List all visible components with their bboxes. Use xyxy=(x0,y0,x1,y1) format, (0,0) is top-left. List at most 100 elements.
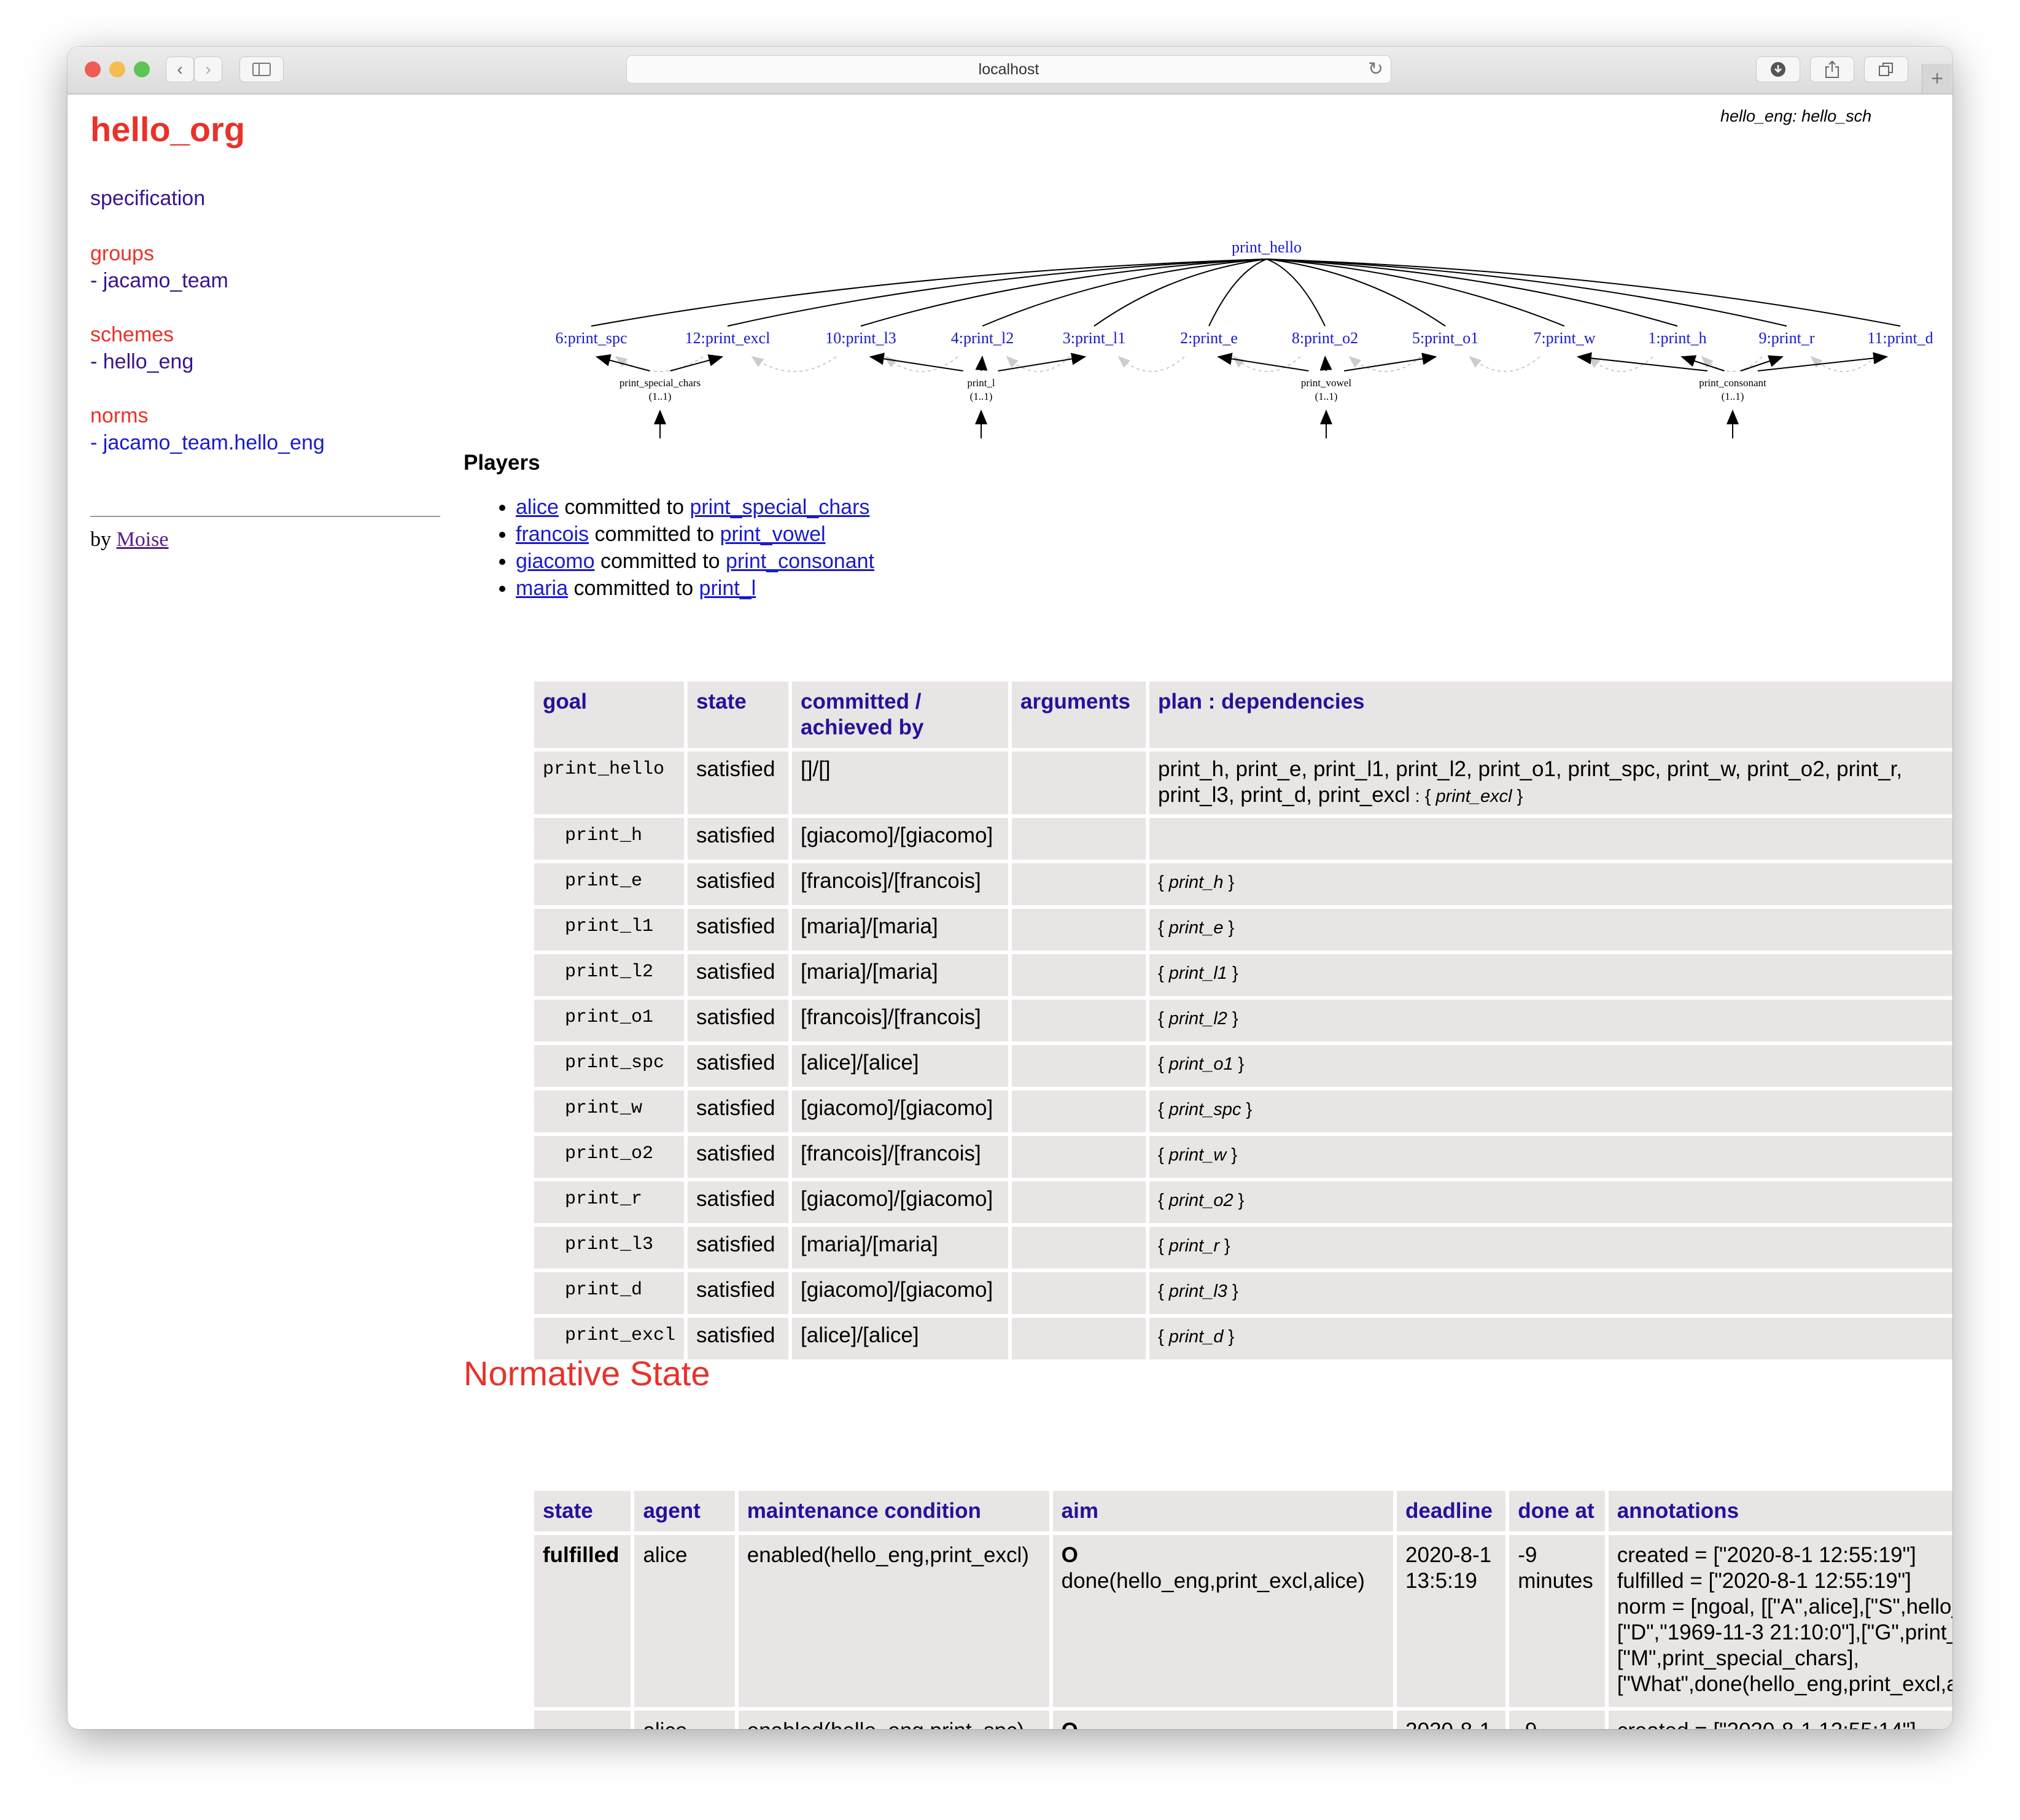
norm-agent: alice xyxy=(634,1535,735,1707)
sidebar-icon xyxy=(252,63,271,76)
diagram-goal[interactable]: 12:print_excl xyxy=(685,329,771,347)
diagram-mission-card: (1..1) xyxy=(1722,391,1744,402)
scheme-label: hello_eng: hello_sch xyxy=(1720,107,1872,125)
norms-table: state agent maintenance condition aim de… xyxy=(530,1487,1952,1729)
player-item: maria committed to print_l xyxy=(516,575,874,602)
moise-link[interactable]: Moise xyxy=(117,528,169,551)
zoom-window-button[interactable] xyxy=(134,61,150,77)
diagram-goal[interactable]: 8:print_o2 xyxy=(1292,329,1358,347)
goal-state: satisfied xyxy=(688,863,789,905)
org-title: hello_org xyxy=(90,110,246,149)
norm-link-jacamo-team-hello-eng[interactable]: - jacamo_team.hello_eng xyxy=(90,431,325,455)
goal-name: print_e xyxy=(534,863,685,905)
norms-heading: norms xyxy=(90,404,149,427)
annotation-line: created = ["2020-8-1 12:55:14"] xyxy=(1617,1718,1952,1729)
dependency-goal: print_l1 xyxy=(1168,963,1227,983)
dependency: { print_l3 } xyxy=(1158,1281,1238,1301)
goal-row: print_excl satisfied [alice]/[alice]{ prin… xyxy=(534,1318,1952,1359)
goals-table: goal state committed / achieved by argum… xyxy=(530,678,1952,1363)
goal-plan: print_h, print_e, print_l1, print_l2, pr… xyxy=(1149,752,1952,814)
diagram-mission: print_consonant xyxy=(1699,377,1766,389)
dependency: { print_o2 } xyxy=(1158,1191,1245,1210)
goal-state: satisfied xyxy=(688,954,789,996)
diagram-goal[interactable]: 5:print_o1 xyxy=(1412,329,1478,347)
player-agent-link[interactable]: francois xyxy=(516,523,589,546)
goal-arguments xyxy=(1012,909,1146,951)
col-deadline: deadline xyxy=(1397,1491,1506,1531)
download-button[interactable] xyxy=(1756,56,1800,82)
goal-state: satisfied xyxy=(688,1045,789,1087)
player-mission-link[interactable]: print_l xyxy=(699,577,756,600)
schemes-heading: schemes xyxy=(90,323,174,346)
col-condition: maintenance condition xyxy=(738,1491,1049,1531)
player-agent-link[interactable]: alice xyxy=(516,496,559,519)
diagram-goal[interactable]: 1:print_h xyxy=(1648,329,1706,347)
goal-row: print_l1 satisfied [maria]/[maria] { print_… xyxy=(534,909,1952,951)
annotation-line: ["D","1969-11-3 21:10:0"],["G",print_ xyxy=(1617,1620,1952,1644)
diagram-goal[interactable]: 2:print_e xyxy=(1180,329,1238,347)
diagram-goal[interactable]: 3:print_l1 xyxy=(1063,329,1126,347)
diagram-mission-card: (1..1) xyxy=(649,391,672,402)
tabs-overview-button[interactable] xyxy=(1864,56,1908,82)
diagram-goal[interactable]: 4:print_l2 xyxy=(951,329,1014,347)
dependency: { print_l2 } xyxy=(1158,1009,1238,1029)
dependency-goal: print_h xyxy=(1168,873,1224,892)
diagram-root-goal[interactable]: print_hello xyxy=(1232,238,1302,256)
aim-text: done(hello_eng,print_excl,alice) xyxy=(1061,1569,1365,1593)
diagram-goal[interactable]: 7:print_w xyxy=(1533,329,1595,347)
mission-goal-edge xyxy=(1319,356,1332,371)
dependency: { print_r } xyxy=(1158,1236,1230,1256)
annotation-line: created = ["2020-8-1 12:55:19"] xyxy=(1617,1543,1916,1567)
dependency: { print_w } xyxy=(1158,1145,1238,1165)
diagram-goal[interactable]: 6:print_spc xyxy=(556,329,627,347)
dependency-goal: print_w xyxy=(1168,1145,1227,1165)
dependency-goal: print_d xyxy=(1168,1327,1224,1347)
tabs-icon xyxy=(1879,63,1893,76)
back-button[interactable]: ‹ xyxy=(166,56,194,82)
reload-icon[interactable]: ↻ xyxy=(1368,56,1383,83)
player-agent-link[interactable]: maria xyxy=(516,577,568,600)
goal-row: print_o2 satisfied [francois]/[francois] { … xyxy=(534,1136,1952,1178)
group-link-jacamo-team[interactable]: - jacamo_team xyxy=(90,269,228,293)
player-mission-link[interactable]: print_consonant xyxy=(726,550,874,573)
goal-row: print_d satisfied [giacomo]/[giacomo] { pri… xyxy=(534,1272,1952,1314)
root-goal-edge xyxy=(591,259,1267,327)
goal-plan: { print_r } xyxy=(1149,1227,1952,1269)
sidebar-toggle-button[interactable] xyxy=(239,56,284,82)
committed-text: committed to xyxy=(589,523,720,546)
norm-deadline: 2020-8-1 13:5:19 xyxy=(1397,1535,1506,1707)
plan-text: print_h, print_e, print_l1, print_l2, pr… xyxy=(1158,757,1903,807)
goal-name: print_l2 xyxy=(534,954,685,996)
scheme-link-hello-eng[interactable]: - hello_eng xyxy=(90,350,193,374)
player-agent-link[interactable]: giacomo xyxy=(516,550,595,573)
forward-button[interactable]: › xyxy=(194,56,222,82)
player-mission-link[interactable]: print_special_chars xyxy=(690,496,869,519)
dependency: { print_h } xyxy=(1158,873,1235,892)
new-tab-button[interactable]: + xyxy=(1922,64,1952,93)
goal-arguments xyxy=(1012,818,1146,860)
col-arguments: arguments xyxy=(1012,682,1146,748)
diagram-goal[interactable]: 9:print_r xyxy=(1759,329,1815,347)
address-bar[interactable]: localhost ↻ xyxy=(626,55,1391,84)
player-mission-link[interactable]: print_vowel xyxy=(720,523,826,546)
aim-operator: O xyxy=(1062,1718,1385,1729)
forward-icon: › xyxy=(205,60,211,79)
close-window-button[interactable] xyxy=(85,61,101,77)
minimize-window-button[interactable] xyxy=(109,61,125,77)
goal-plan xyxy=(1149,818,1952,860)
goal-name: print_o1 xyxy=(534,1000,685,1041)
goal-plan: { print_spc } xyxy=(1149,1091,1952,1132)
share-button[interactable] xyxy=(1810,56,1854,82)
specification-link[interactable]: specification xyxy=(90,187,205,211)
norm-deadline: 2020-8-1 xyxy=(1397,1711,1506,1729)
dependency-goal: print_l2 xyxy=(1168,1009,1227,1029)
goal-state: satisfied xyxy=(688,909,789,951)
norm-done-at: -9 minutes xyxy=(1509,1535,1605,1707)
dependency-goal: print_r xyxy=(1168,1236,1219,1256)
diagram-mission-card: (1..1) xyxy=(970,391,993,402)
norm-condition: enabled(hello_eng,print_spc) xyxy=(738,1711,1049,1729)
dependency-goal: print_excl xyxy=(1435,787,1512,806)
diagram-goal[interactable]: 11:print_d xyxy=(1867,329,1933,347)
diagram-goal[interactable]: 10:print_l3 xyxy=(825,329,896,347)
norm-annotations: created = ["2020-8-1 12:55:19"] fulfilled… xyxy=(1608,1535,1952,1707)
